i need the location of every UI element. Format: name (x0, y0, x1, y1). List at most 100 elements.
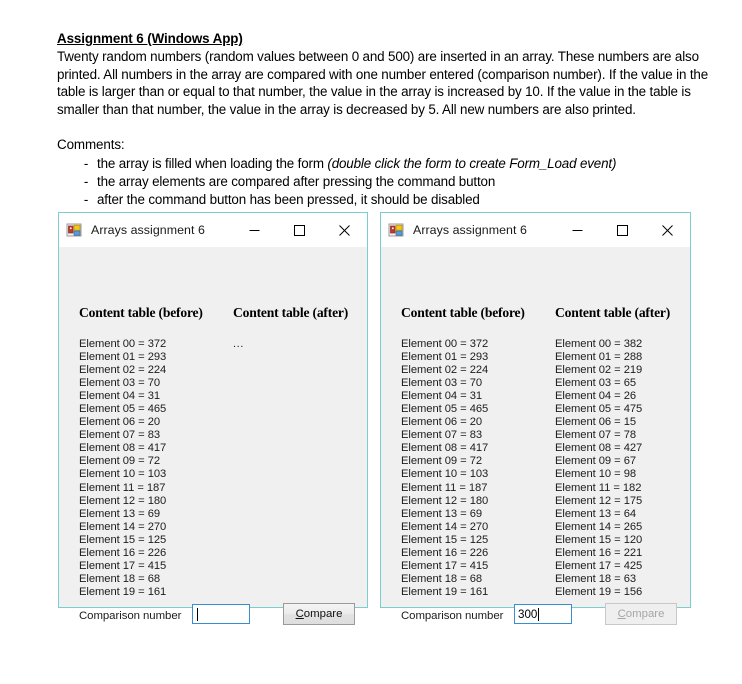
list-item: Element 06 = 20 (79, 416, 161, 429)
list-item: Element 18 = 68 (401, 572, 483, 585)
list-item: Element 19 = 161 (401, 585, 489, 598)
bullet-marker: - (83, 156, 89, 172)
comparison-number-label: Comparison number (401, 610, 504, 622)
list-item: Element 05 = 465 (401, 403, 489, 416)
list-item: Element 12 = 175 (555, 494, 643, 507)
title-bar[interactable]: Arrays assignment 6 (59, 213, 367, 247)
list-item: - the array is filled when loading the f… (57, 155, 719, 173)
compare-button: Compare (605, 603, 677, 625)
list-item: Element 17 = 415 (79, 559, 167, 572)
list-item: Element 14 = 265 (555, 520, 643, 533)
list-item: Element 03 = 70 (401, 377, 483, 390)
maximize-button[interactable] (600, 213, 645, 247)
list-item: Element 16 = 226 (79, 546, 167, 559)
list-item: Element 10 = 103 (79, 468, 167, 481)
list-item: Element 06 = 20 (401, 416, 483, 429)
list-item: Element 17 = 425 (555, 559, 643, 572)
list-after: Element 00 = 382 Element 01 = 288 Element … (555, 338, 642, 599)
list-item: Element 14 = 270 (401, 520, 489, 533)
list-item: Element 08 = 417 (401, 442, 489, 455)
list-item: Element 15 = 120 (555, 533, 643, 546)
comment-emphasis-1: (double click the form to create Form_Lo… (327, 156, 617, 172)
list-item: Element 04 = 31 (401, 390, 483, 403)
comment-text-2: the array elements are compared after pr… (97, 173, 496, 189)
compare-button-label: Compare (295, 608, 343, 620)
compare-button-label: Compare (617, 608, 665, 620)
close-button[interactable] (322, 213, 367, 247)
list-before: Element 00 = 372 Element 01 = 293 Element … (79, 338, 166, 599)
comparison-number-input[interactable]: 300 (514, 604, 572, 624)
comment-text-1: the array is filled when loading the for… (97, 156, 617, 172)
list-item: Element 02 = 224 (401, 364, 489, 377)
winforms-app-icon (388, 222, 404, 238)
list-item: Element 00 = 372 (79, 338, 167, 350)
list-item: Element 07 = 78 (555, 429, 637, 442)
list-item: Element 18 = 68 (79, 572, 161, 585)
minimize-button[interactable] (555, 213, 600, 247)
column-header-before: Content table (before) (401, 305, 525, 320)
list-item: Element 00 = 382 (555, 338, 643, 350)
text-caret (538, 607, 540, 621)
form-body: Content table (before) Content table (af… (59, 247, 367, 625)
arrays-window-before[interactable]: Arrays assignment 6 Content table (befor… (58, 212, 368, 625)
list-item: Element 01 = 293 (401, 351, 489, 364)
list-item: Element 07 = 83 (401, 429, 483, 442)
list-item: Element 03 = 70 (79, 377, 161, 390)
comment-text-3: after the command button has been presse… (97, 191, 480, 207)
list-item: Element 18 = 63 (555, 572, 637, 585)
list-item: Element 00 = 372 (401, 338, 489, 350)
list-item: - the array elements are compared after … (57, 173, 719, 191)
list-item: Element 01 = 288 (555, 351, 643, 364)
title-bar[interactable]: Arrays assignment 6 (381, 213, 690, 247)
minimize-button[interactable] (232, 213, 277, 247)
list-item: Element 17 = 415 (401, 559, 489, 572)
column-header-before: Content table (before) (79, 305, 203, 320)
list-item: Element 10 = 98 (555, 468, 637, 481)
list-item: Element 13 = 64 (555, 507, 637, 520)
list-before: Element 00 = 372 Element 01 = 293 Element … (401, 338, 488, 599)
list-item: Element 13 = 69 (79, 507, 161, 520)
list-item: - after the command button has been pres… (57, 191, 719, 209)
bullet-marker: - (83, 173, 89, 189)
list-item: Element 05 = 475 (555, 403, 643, 416)
list-item: Element 06 = 15 (555, 416, 637, 429)
text-caret (197, 607, 198, 621)
close-button[interactable] (645, 213, 690, 247)
list-item: Element 15 = 125 (401, 533, 489, 546)
caption-buttons (232, 213, 367, 247)
compare-button[interactable]: Compare (283, 603, 355, 625)
list-item: Element 16 = 221 (555, 546, 643, 559)
list-item: Element 12 = 180 (79, 494, 167, 507)
comparison-number-label: Comparison number (79, 610, 182, 622)
list-item: Element 09 = 72 (401, 455, 483, 468)
list-item: Element 11 = 187 (401, 481, 488, 494)
list-item: Element 02 = 224 (79, 364, 167, 377)
list-after-placeholder: ... (233, 338, 244, 350)
list-item: Element 07 = 83 (79, 429, 161, 442)
list-item: Element 01 = 293 (79, 351, 167, 364)
assignment-document: Assignment 6 (Windows App) Twenty random… (57, 30, 719, 208)
window-title: Arrays assignment 6 (91, 223, 205, 237)
list-item: Element 16 = 226 (401, 546, 489, 559)
list-item: Element 10 = 103 (401, 468, 489, 481)
list-item: Element 02 = 219 (555, 364, 643, 377)
comparison-number-input[interactable] (192, 604, 250, 624)
assignment-description: Twenty random numbers (random values bet… (57, 49, 708, 117)
list-item: Element 05 = 465 (79, 403, 167, 416)
list-item: Element 14 = 270 (79, 520, 167, 533)
list-item: Element 08 = 417 (79, 442, 167, 455)
form-body: Content table (before) Content table (af… (381, 247, 690, 625)
list-item: Element 12 = 180 (401, 494, 489, 507)
list-item: Element 09 = 67 (555, 455, 637, 468)
list-item: Element 19 = 156 (555, 585, 643, 598)
list-item: Element 08 = 427 (555, 442, 643, 455)
caption-buttons (555, 213, 690, 247)
list-item: Element 11 = 182 (555, 481, 642, 494)
arrays-window-after[interactable]: Arrays assignment 6 Content table (befor… (380, 212, 691, 625)
list-item: Element 09 = 72 (79, 455, 161, 468)
comparison-number-value: 300 (518, 607, 538, 621)
bullet-marker: - (83, 191, 89, 207)
winforms-app-icon (66, 222, 82, 238)
comments-label: Comments: (57, 137, 125, 153)
maximize-button[interactable] (277, 213, 322, 247)
